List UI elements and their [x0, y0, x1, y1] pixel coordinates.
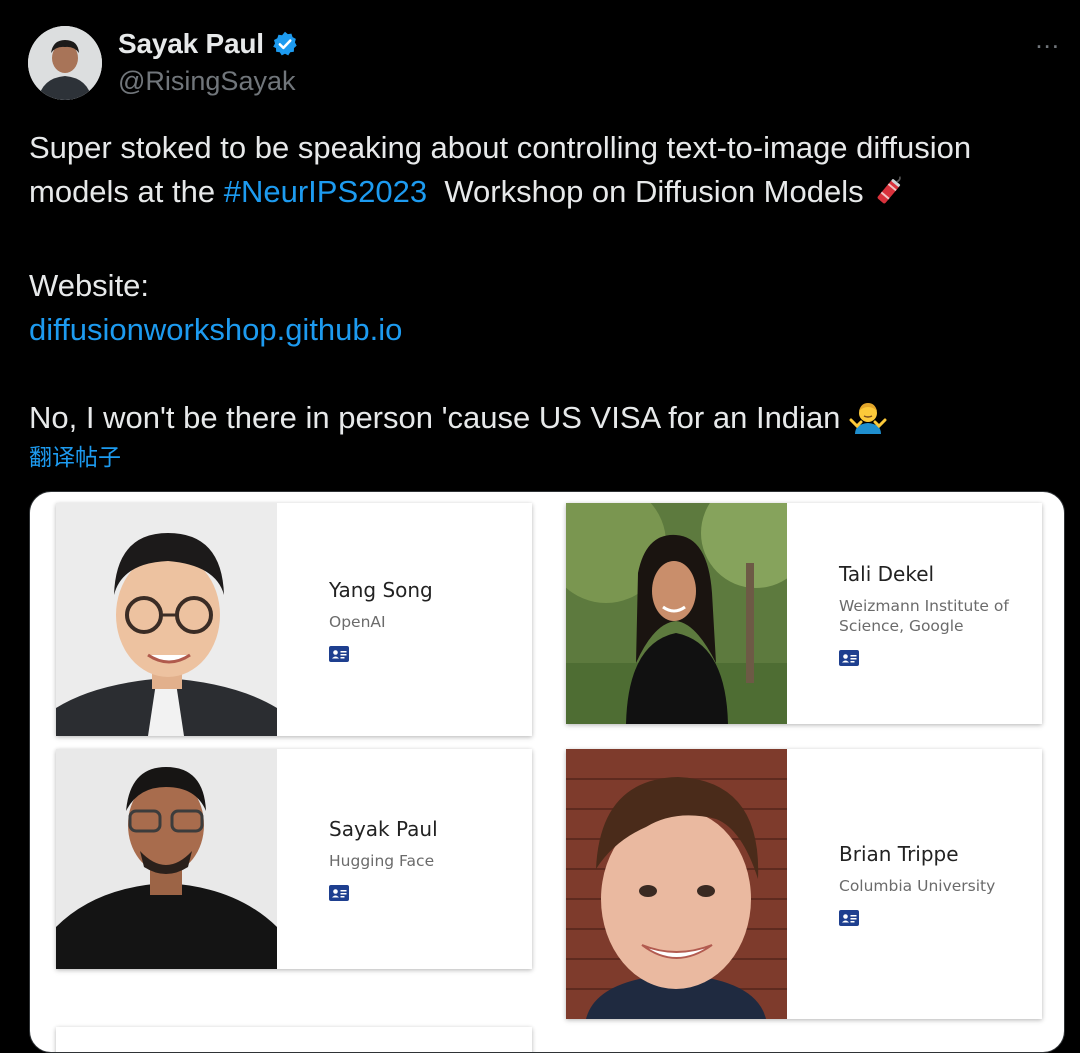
id-card-icon[interactable]: [329, 645, 349, 662]
person-shrugging-emoji-icon: [849, 400, 887, 446]
speaker-affiliation: Weizmann Institute of Science, Google: [839, 596, 1009, 635]
speaker-card-yang-song[interactable]: Yang Song OpenAI: [56, 503, 532, 736]
tweet-text-segment: Workshop on Diffusion Models: [427, 174, 873, 209]
more-options-icon[interactable]: ...: [1035, 24, 1060, 55]
tweet-line-1: Super stoked to be speaking about contro…: [29, 130, 972, 165]
speaker-affiliation: Columbia University: [839, 877, 996, 895]
website-label: Website:: [29, 268, 150, 303]
speaker-name: Brian Trippe: [839, 842, 959, 866]
speaker-name: Tali Dekel: [839, 561, 935, 586]
speaker-photo: [566, 503, 787, 724]
speaker-info: Yang Song OpenAI: [277, 503, 433, 736]
website-link[interactable]: diffusionworkshop.github.io: [29, 312, 402, 347]
avatar-photo: [28, 26, 102, 100]
author-avatar[interactable]: [28, 26, 102, 100]
tweet-media-image[interactable]: Yang Song OpenAI Tali Dekel Weizmann Ins…: [29, 491, 1065, 1053]
speaker-affiliation: Hugging Face: [329, 852, 435, 870]
id-card-icon[interactable]: [329, 885, 349, 901]
author-name-row: Sayak Paul: [118, 28, 299, 60]
tweet-text-segment: models at the: [29, 174, 224, 209]
speaker-affiliation: OpenAI: [329, 612, 386, 631]
firecracker-emoji-icon: [872, 174, 906, 220]
speaker-name: Yang Song: [329, 577, 433, 602]
translate-post-link[interactable]: 翻译帖子: [29, 438, 121, 472]
speaker-photo: [56, 503, 277, 736]
speaker-photo: [566, 749, 787, 1019]
verified-badge-icon: [273, 31, 297, 56]
author-handle[interactable]: @RisingSayak: [118, 66, 295, 97]
id-card-icon[interactable]: [839, 910, 859, 926]
tweet-text: Super stoked to be speaking about contro…: [29, 126, 1059, 446]
tweet-text-segment: No, I won't be there in person 'cause US…: [29, 400, 850, 435]
speaker-info: Tali Dekel Weizmann Institute of Science…: [787, 503, 1019, 724]
speaker-info: Sayak Paul Hugging Face: [277, 749, 438, 969]
speaker-card-sayak-paul[interactable]: Sayak Paul Hugging Face: [56, 749, 532, 969]
author-display-name[interactable]: Sayak Paul: [118, 28, 264, 60]
tweet-line-2: models at the #NeurIPS2023 Workshop on D…: [29, 170, 1059, 220]
speaker-photo: [56, 749, 277, 969]
speaker-card-brian-trippe[interactable]: Brian Trippe Columbia University: [566, 749, 1042, 1019]
id-card-icon[interactable]: [839, 649, 859, 666]
hashtag-link[interactable]: #NeurIPS2023: [224, 174, 427, 209]
speaker-info: Brian Trippe Columbia University: [787, 749, 995, 1019]
speaker-card-tali-dekel[interactable]: Tali Dekel Weizmann Institute of Science…: [566, 503, 1042, 724]
speaker-name: Sayak Paul: [329, 817, 438, 841]
tweet-line-visa: No, I won't be there in person 'cause US…: [29, 396, 1059, 446]
